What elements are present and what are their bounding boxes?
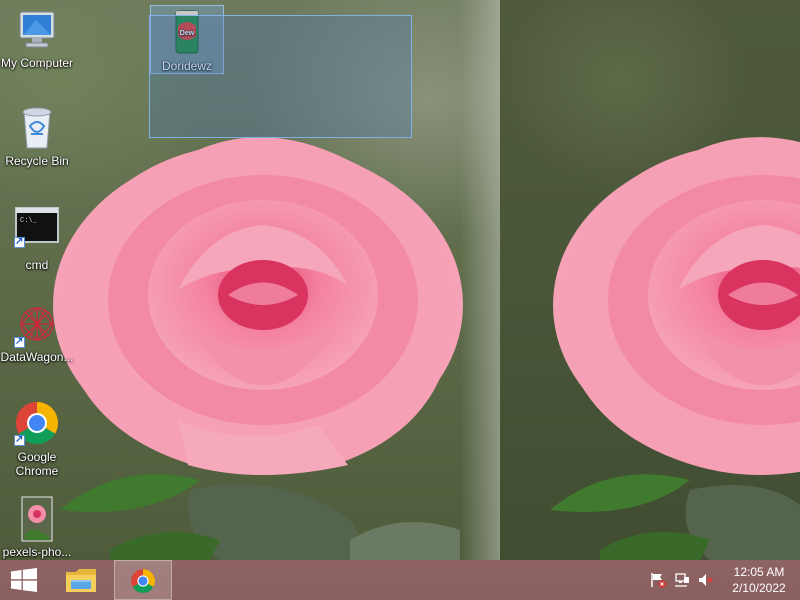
desktop-icon-recycle-bin[interactable]: Recycle Bin [0,104,74,168]
shortcut-arrow-icon [14,433,25,447]
taskbar: 12:05 AM 2/10/2022 [0,560,800,600]
taskbar-file-explorer[interactable] [56,560,106,600]
desktop-icon-label: Google Chrome [15,450,59,478]
desktop-icon-label: cmd [25,258,49,272]
monitor-icon [14,8,60,54]
desktop-icon-datawagon[interactable]: DataWagon... [0,302,74,364]
action-center-flag-icon[interactable] [650,572,666,588]
desktop-icon-cmd[interactable]: C:\_ cmd [0,206,74,272]
image-thumbnail-icon [21,496,53,542]
recycle-bin-icon [15,104,59,152]
command-prompt-icon: C:\_ [14,206,60,249]
datawagon-icon [14,302,60,349]
taskbar-clock[interactable]: 12:05 AM 2/10/2022 [728,564,790,596]
chrome-icon [131,569,155,593]
clock-date: 2/10/2022 [732,581,786,595]
system-tray: 12:05 AM 2/10/2022 [620,560,800,600]
desktop-icon-pexels-photo[interactable]: pexels-pho... [0,496,74,559]
desktop-icon-label: My Computer [0,56,74,70]
drag-selection-rectangle [149,15,412,138]
volume-muted-icon[interactable] [698,572,714,588]
desktop-icon-label: DataWagon... [0,350,74,364]
chrome-icon [14,400,60,447]
desktop-icon-label: Recycle Bin [5,154,69,168]
desktop-icon-my-computer[interactable]: My Computer [0,8,74,70]
taskbar-google-chrome[interactable] [114,560,172,600]
clock-time: 12:05 AM [733,565,785,579]
svg-text:C:\_: C:\_ [20,217,38,225]
shortcut-arrow-icon [14,235,25,249]
desktop-icon-google-chrome[interactable]: Google Chrome [0,400,74,478]
windows-logo-icon [11,568,37,592]
desktop-icon-label: pexels-pho... [2,545,72,559]
shortcut-arrow-icon [14,335,25,349]
rose-right [553,137,800,475]
rose-left [53,137,463,475]
network-icon[interactable] [674,572,690,588]
start-button[interactable] [0,560,48,600]
wallpaper-right-panel [500,0,800,560]
folder-icon [66,569,96,592]
